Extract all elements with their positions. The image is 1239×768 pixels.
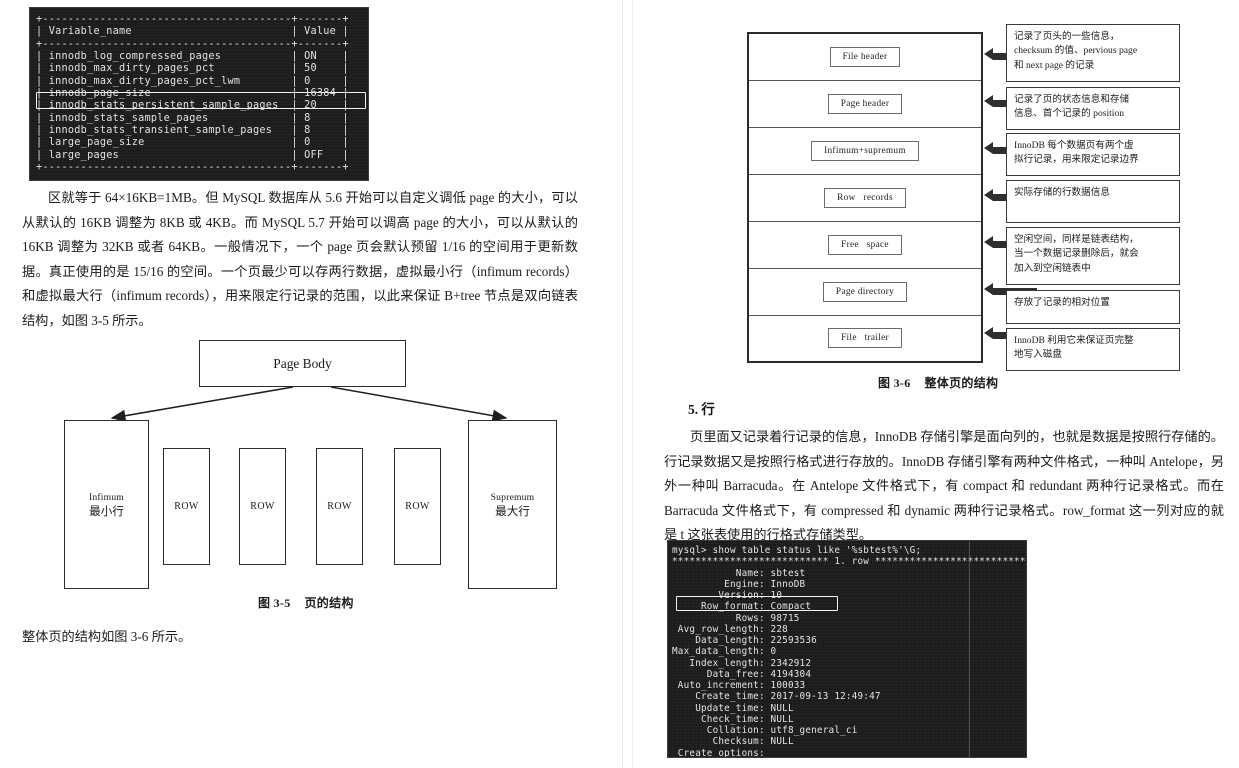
segment-label: Free space xyxy=(828,235,902,255)
annotation-line: 当一个数据记录删除后，就会 xyxy=(1014,248,1139,260)
row-box: ROW xyxy=(239,448,286,565)
segment-label: Row records xyxy=(824,188,906,208)
annotation-page-header: 记录了页的状态信息和存储 信息、首个记录的 position xyxy=(1006,87,1180,130)
annotation-line: 实际存储的行数据信息 xyxy=(1014,187,1110,198)
annotation-infimum-supremum: InnoDB 每个数据页有两个虚 拟行记录，用来限定记录边界 xyxy=(1006,133,1180,176)
figure-3-5-page-structure: Page Body Infimum 最小行 ROW ROW ROW ROW Su… xyxy=(50,332,570,592)
annotation-line: 信息、首个记录的 position xyxy=(1014,108,1125,120)
row-box: ROW xyxy=(394,448,441,565)
page-column-divider-secondary xyxy=(632,0,633,768)
annotation-row-records: 实际存储的行数据信息 xyxy=(1006,180,1180,223)
scanned-book-page: +---------------------------------------… xyxy=(0,0,1239,768)
segment-page-header: Page header xyxy=(749,81,981,128)
annotation-line: 记录了页头的一些信息， xyxy=(1014,31,1120,42)
annotation-file-header: 记录了页头的一些信息， checksum 的值、pervious page 和 … xyxy=(1006,24,1180,82)
segment-file-header: File header xyxy=(749,34,981,81)
annotation-line: InnoDB 每个数据页有两个虚 xyxy=(1014,140,1134,151)
annotation-line: 和 next page 的记录 xyxy=(1014,59,1095,71)
row-box-label: ROW xyxy=(250,501,275,512)
segment-label: Page directory xyxy=(822,282,908,302)
annotation-line: 空闲空间，同样是链表结构， xyxy=(1014,234,1139,245)
row-box-label: ROW xyxy=(327,501,352,512)
supremum-label-en: Supremum xyxy=(490,491,535,503)
annotation-line: 记录了页的状态信息和存储 xyxy=(1014,94,1130,105)
infimum-label-zh: 最小行 xyxy=(89,504,124,518)
segment-infimum-supremum: Infimum+supremum xyxy=(749,128,981,175)
row-box: ROW xyxy=(316,448,363,565)
paragraph-row-formats: 页里面又记录着行记录的信息，InnoDB 存储引擎是面向列的，也就是数据是按照行… xyxy=(664,429,1224,543)
row-box-label: ROW xyxy=(405,501,430,512)
figure-3-5-caption-number: 图 3-5 xyxy=(258,596,291,610)
segment-file-trailer: File trailer xyxy=(749,316,981,360)
annotation-line: 拟行记录，用来限定记录边界 xyxy=(1014,154,1139,166)
page-body-box: Page Body xyxy=(199,340,406,387)
row-box-label: ROW xyxy=(174,501,199,512)
terminal-vertical-rule xyxy=(969,541,970,757)
segment-label: Page header xyxy=(827,94,903,114)
segment-label: File header xyxy=(829,47,901,67)
figure-3-5-caption: 图 3-5 页的结构 xyxy=(258,594,354,611)
connector-arrow-icon xyxy=(984,283,993,295)
terminal-show-table-status: mysql> show table status like '%sbtest%'… xyxy=(668,541,1026,757)
figure-3-6-caption-text: 整体页的结构 xyxy=(924,376,999,390)
section-heading-row: 5. 行 xyxy=(688,402,715,417)
infimum-label-en: Infimum xyxy=(89,491,124,503)
paragraph-overall-structure: 整体页的结构如图 3-6 所示。 xyxy=(22,629,192,644)
connector-arrow-icon xyxy=(984,189,993,201)
segment-free-space: Free space xyxy=(749,222,981,269)
annotation-line: checksum 的值、pervious page xyxy=(1014,45,1138,57)
infimum-box: Infimum 最小行 xyxy=(64,420,149,589)
annotation-line: 存放了记录的相对位置 xyxy=(1014,297,1110,308)
connector-arrow-icon xyxy=(984,236,993,248)
segment-page-directory: Page directory xyxy=(749,269,981,316)
page-outer-frame: File header Page header Infimum+supremum… xyxy=(747,32,983,363)
paragraph-page-size: 区就等于 64×16KB=1MB。但 MySQL 数据库从 5.6 开始可以自定… xyxy=(22,190,578,328)
connector-arrow-icon xyxy=(984,48,993,60)
supremum-label-zh: 最大行 xyxy=(495,504,530,518)
terminal-show-variables: +---------------------------------------… xyxy=(30,8,368,180)
connector-arrow-icon xyxy=(984,95,993,107)
annotation-line: 加入到空闲链表中 xyxy=(1014,262,1091,274)
segment-label: Infimum+supremum xyxy=(811,141,919,161)
figure-3-6-caption: 图 3-6 整体页的结构 xyxy=(878,374,998,391)
connector-arrow-icon xyxy=(984,327,993,339)
segment-row-records: Row records xyxy=(749,175,981,222)
figure-3-5-caption-text: 页的结构 xyxy=(304,596,354,610)
annotation-page-directory: 存放了记录的相对位置 xyxy=(1006,290,1180,324)
row-box: ROW xyxy=(163,448,210,565)
terminal-variables-text: +---------------------------------------… xyxy=(36,14,349,174)
figure-3-6-whole-page-structure: File header Page header Infimum+supremum… xyxy=(745,20,1185,371)
annotation-line: 地写入磁盘 xyxy=(1014,349,1062,361)
terminal-status-text: mysql> show table status like '%sbtest%'… xyxy=(672,545,1026,757)
page-body-label: Page Body xyxy=(273,355,332,371)
annotation-free-space: 空闲空间，同样是链表结构， 当一个数据记录删除后，就会 加入到空闲链表中 xyxy=(1006,227,1180,285)
connector-arrow-icon xyxy=(984,142,993,154)
supremum-box: Supremum 最大行 xyxy=(468,420,557,589)
annotation-file-trailer: InnoDB 利用它来保证页完整 地写入磁盘 xyxy=(1006,328,1180,371)
annotation-line: InnoDB 利用它来保证页完整 xyxy=(1014,335,1134,346)
page-column-divider xyxy=(622,0,623,768)
segment-label: File trailer xyxy=(828,328,902,348)
figure-3-6-caption-number: 图 3-6 xyxy=(878,376,911,390)
